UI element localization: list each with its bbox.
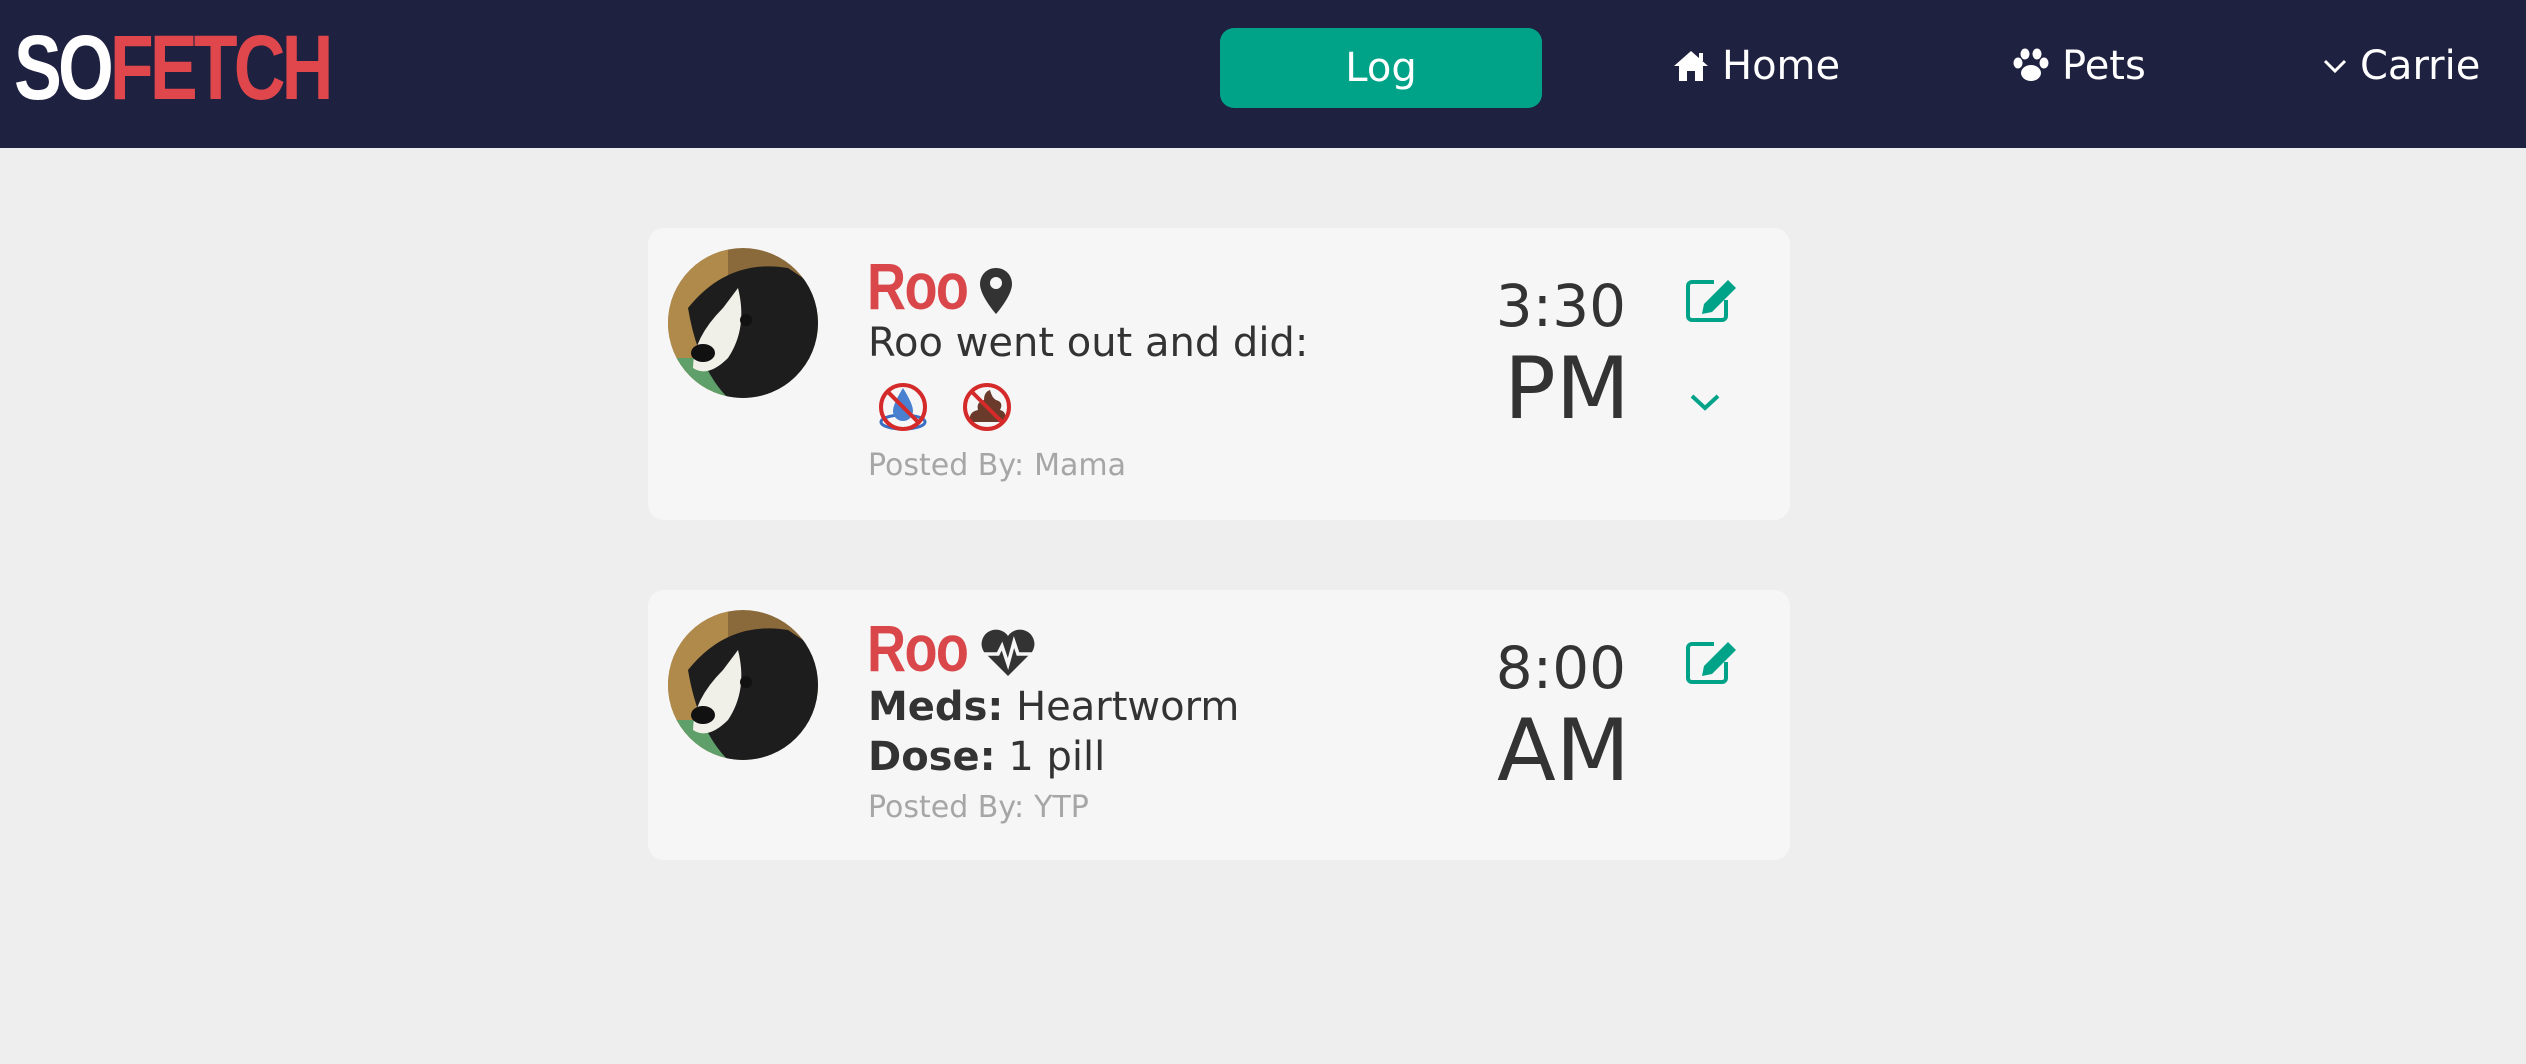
- nav-home-link[interactable]: Home: [1672, 36, 1840, 96]
- entry-time: 8:00: [1495, 634, 1626, 702]
- meds-label: Meds:: [868, 684, 1004, 730]
- posted-by-label: Posted By:: [868, 790, 1025, 825]
- pet-avatar[interactable]: [668, 610, 818, 760]
- chevron-down-icon[interactable]: [1688, 392, 1722, 412]
- no-pee-icon: [879, 383, 927, 431]
- pet-avatar[interactable]: [668, 248, 818, 398]
- navbar: SOFETCH Log Home Pets Carrie: [0, 0, 2526, 148]
- posted-by-name: Mama: [1034, 448, 1126, 483]
- meds-value: Heartworm: [1016, 684, 1240, 730]
- home-icon: [1674, 51, 1708, 81]
- nav-home-label: Home: [1722, 43, 1841, 89]
- entry-ampm: AM: [1496, 701, 1630, 801]
- entry-description: Roo went out and did:: [868, 320, 1309, 366]
- brand-logo-part2: FETCH: [109, 17, 334, 119]
- pet-name[interactable]: Roo: [867, 613, 969, 683]
- posted-by: Posted By: YTP: [868, 790, 1089, 825]
- edit-icon[interactable]: [1684, 638, 1740, 686]
- paw-icon: [2013, 48, 2049, 81]
- no-poop-icon: [963, 383, 1011, 431]
- dose-value: 1 pill: [1008, 734, 1106, 780]
- brand-logo-part1: SO: [14, 17, 114, 119]
- entry-ampm: PM: [1503, 339, 1630, 439]
- pet-name[interactable]: Roo: [867, 251, 969, 321]
- entry-time: 3:30: [1495, 272, 1626, 340]
- heartbeat-icon: [981, 629, 1035, 676]
- posted-by-label: Posted By:: [868, 448, 1025, 483]
- log-entry-card: Roo Meds: Heartworm Dose: 1 pill Posted …: [648, 590, 1790, 860]
- chevron-down-icon: [2323, 59, 2347, 74]
- user-menu-label: Carrie: [2360, 43, 2481, 89]
- posted-by: Posted By: Mama: [868, 448, 1126, 483]
- map-marker-icon: [980, 268, 1012, 314]
- nav-pets-link[interactable]: Pets: [2012, 36, 2146, 96]
- log-entry-card: Roo Roo went out and did: Posted By: Mama…: [648, 228, 1790, 520]
- nav-pets-label: Pets: [2062, 43, 2146, 89]
- dose-label: Dose:: [868, 734, 996, 780]
- posted-by-name: YTP: [1034, 790, 1089, 825]
- edit-icon[interactable]: [1684, 276, 1740, 324]
- user-menu[interactable]: Carrie: [2322, 36, 2480, 96]
- dose-line: Dose: 1 pill: [868, 734, 1105, 780]
- meds-line: Meds: Heartworm: [868, 684, 1239, 730]
- brand-logo[interactable]: SOFETCH: [14, 22, 333, 114]
- log-button[interactable]: Log: [1220, 28, 1542, 108]
